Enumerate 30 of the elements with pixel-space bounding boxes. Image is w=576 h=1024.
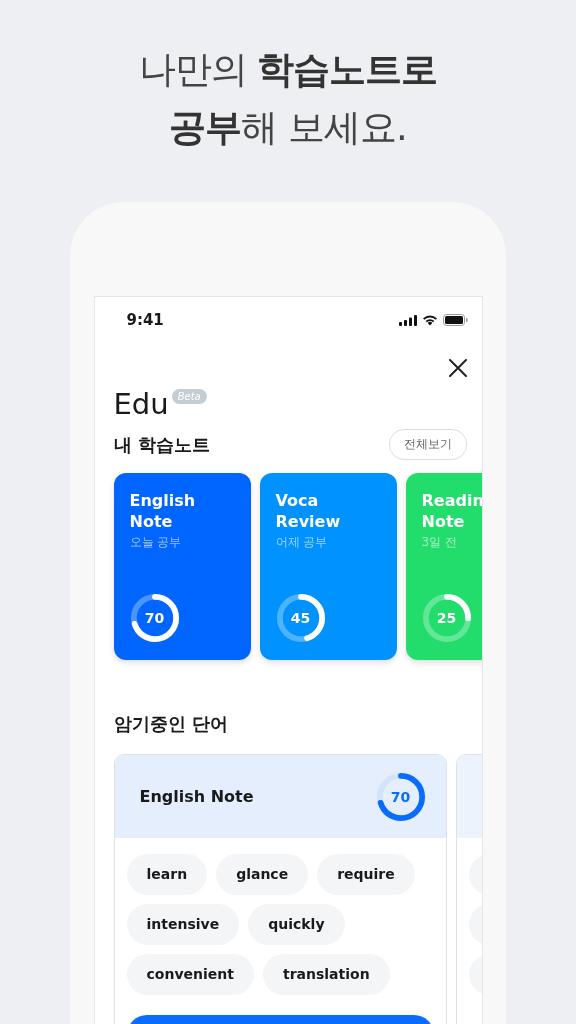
note-subtitle: 오늘 공부: [129, 534, 183, 551]
close-icon[interactable]: [448, 359, 467, 377]
app-title: Edu: [113, 387, 169, 421]
signal-icon: [398, 314, 417, 326]
progress-value: 45: [290, 610, 311, 626]
word-chip[interactable]: translation: [262, 954, 390, 995]
note-subtitle: 어제 공부: [275, 534, 329, 551]
progress-value: 70: [390, 788, 411, 805]
word-card-title: English Note: [139, 787, 254, 806]
word-chip[interactable]: intensive: [126, 904, 240, 945]
headline-text: 공부해 보세요.: [169, 105, 407, 151]
wifi-icon: [421, 314, 438, 326]
word-chip[interactable]: glance: [216, 854, 309, 895]
status-time: 9:41: [126, 311, 164, 329]
word-chip[interactable]: learn: [126, 854, 208, 895]
section-title: 내 학습노트: [113, 432, 210, 457]
battery-icon: [442, 314, 468, 326]
note-card[interactable]: English Note 오늘 공부 70: [113, 473, 251, 660]
headline-text: 나만의 학습노트로: [138, 47, 438, 93]
note-title: Voca Review: [275, 490, 342, 532]
word-chip[interactable]: require: [317, 854, 415, 895]
note-subtitle: 3일 전: [421, 534, 458, 551]
note-title: English Note: [129, 490, 197, 532]
word-chip[interactable]: convenient: [126, 954, 254, 995]
section-title: 암기중인 단어: [113, 712, 229, 736]
progress-value: 25: [436, 610, 457, 626]
beta-badge: Beta: [171, 389, 207, 404]
progress-value: 70: [144, 610, 165, 626]
word-chip[interactable]: quickly: [248, 904, 345, 945]
view-all-button[interactable]: 전체보기: [388, 429, 467, 460]
